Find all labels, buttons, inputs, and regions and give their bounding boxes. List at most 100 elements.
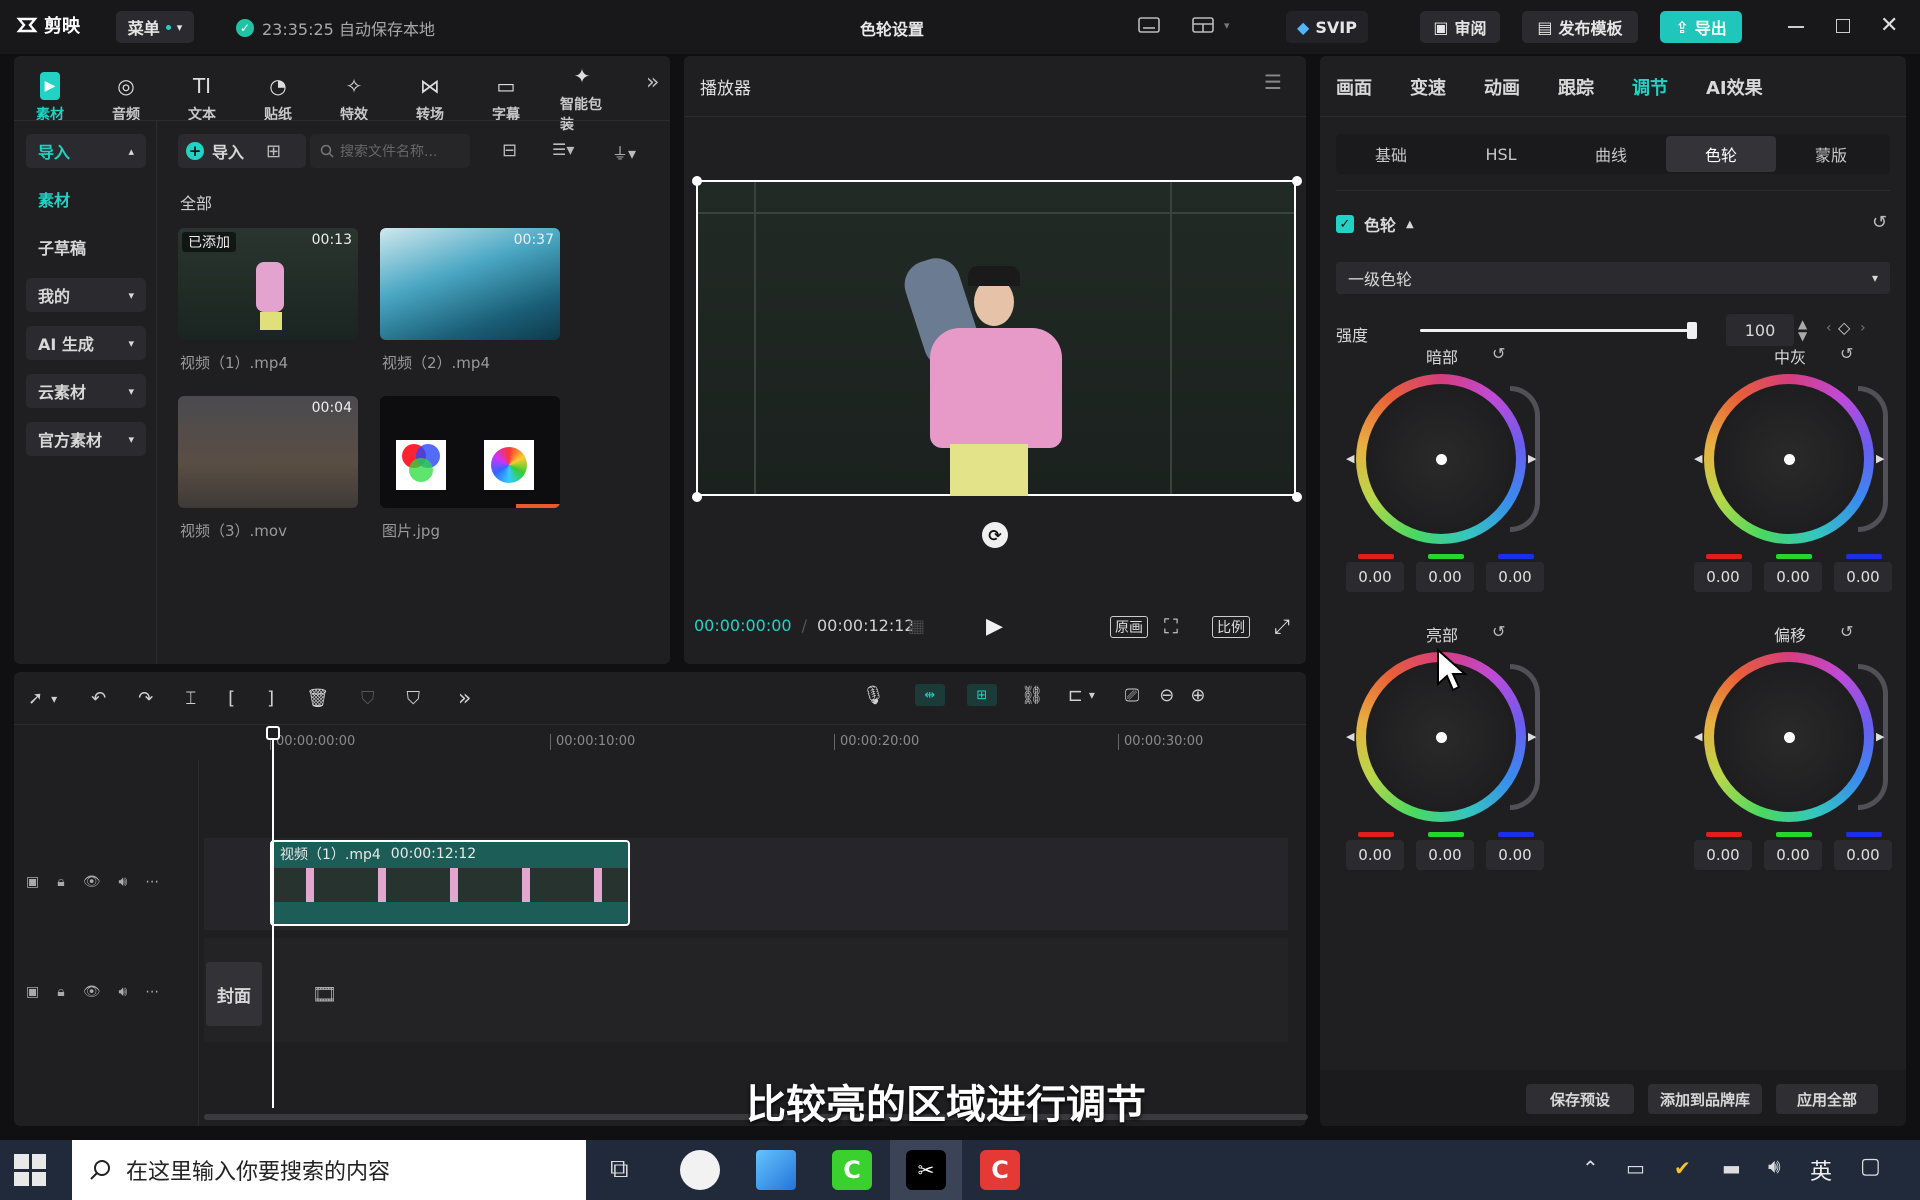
blue-channel-input[interactable]: 0.00 xyxy=(1486,840,1544,870)
arrow-right-icon[interactable]: ▶ xyxy=(1876,452,1884,465)
arrow-right-icon[interactable]: ▶ xyxy=(1876,730,1884,743)
close-icon[interactable]: ✕ xyxy=(1880,13,1898,38)
more-icon[interactable]: ⋯ xyxy=(145,984,159,1000)
crop-handle[interactable] xyxy=(692,492,702,502)
arrow-right-icon[interactable]: ▶ xyxy=(1528,452,1536,465)
wheel-handle[interactable] xyxy=(1784,454,1795,465)
notification-icon[interactable]: ▢ xyxy=(1860,1154,1881,1179)
export-button[interactable]: ⇪ 导出 xyxy=(1660,11,1742,43)
reset-icon[interactable]: ↺ xyxy=(1840,344,1853,363)
pinned-app-icon[interactable] xyxy=(680,1150,720,1190)
wheel-handle[interactable] xyxy=(1436,454,1447,465)
color-wheel[interactable] xyxy=(1704,652,1874,822)
blue-channel-input[interactable]: 0.00 xyxy=(1486,562,1544,592)
fullscreen-icon[interactable]: ⤢ xyxy=(1274,614,1290,638)
sort-icon[interactable]: ☰▾ xyxy=(552,140,574,159)
tab-text[interactable]: TI 文本 xyxy=(180,72,224,124)
adjust-subtab[interactable]: HSL xyxy=(1446,136,1556,172)
lock-icon[interactable]: 🔒︎ xyxy=(57,874,64,890)
lock-icon[interactable]: 🔒︎ xyxy=(57,984,64,1000)
trim-right-icon[interactable]: ] xyxy=(267,688,274,709)
green-channel-input[interactable]: 0.00 xyxy=(1416,562,1474,592)
more-icon[interactable]: ⋯ xyxy=(145,874,159,890)
sidebar-item[interactable]: 云素材 ▾ xyxy=(26,374,146,408)
filter-icon[interactable]: ⏚▾ xyxy=(612,140,636,164)
more-tools-icon[interactable]: » xyxy=(458,686,471,711)
save-preset-button[interactable]: 保存预设 xyxy=(1526,1084,1634,1114)
crop-handle[interactable] xyxy=(1292,176,1302,186)
maximize-icon[interactable] xyxy=(1836,19,1850,33)
green-channel-input[interactable]: 0.00 xyxy=(1764,562,1822,592)
pinned-app-icon[interactable] xyxy=(756,1150,796,1190)
green-channel-input[interactable]: 0.00 xyxy=(1764,840,1822,870)
redo-icon[interactable]: ↷ xyxy=(138,688,153,709)
add-brand-button[interactable]: 添加到品牌库 xyxy=(1648,1084,1762,1114)
tab-audio[interactable]: ◎ 音频 xyxy=(104,72,148,124)
screenshot-icon[interactable]: ⎚ xyxy=(1125,685,1139,706)
playhead-handle[interactable] xyxy=(266,726,280,740)
reset-icon[interactable]: ↺ xyxy=(1872,212,1887,233)
tab-media[interactable]: ▶ 素材 xyxy=(28,72,72,124)
windows-start-icon[interactable] xyxy=(14,1154,46,1186)
rotate-icon[interactable]: ⟳ xyxy=(982,522,1008,548)
wheel-mode-select[interactable]: 一级色轮 ▾ xyxy=(1336,262,1890,294)
chevron-down-icon[interactable]: ▾ xyxy=(1089,688,1095,702)
adjust-subtab[interactable]: 曲线 xyxy=(1556,136,1666,172)
media-thumb[interactable]: 已添加 00:13 xyxy=(178,228,358,340)
tab-effects[interactable]: ✧ 特效 xyxy=(332,72,376,124)
undo-icon[interactable]: ↶ xyxy=(91,688,106,709)
battery-icon[interactable]: ▬ xyxy=(1722,1156,1741,1180)
sidebar-item[interactable]: 导入 ▴ xyxy=(26,134,146,168)
auto-snap-icon[interactable]: ⊞ xyxy=(966,684,997,706)
checkbox-icon[interactable]: ✓ xyxy=(1336,215,1354,233)
arrow-left-icon[interactable]: ◀ xyxy=(1346,730,1354,743)
frames-icon[interactable]: ▦ xyxy=(908,616,925,637)
network-icon[interactable]: ▭ xyxy=(1626,1156,1645,1180)
pinned-app-icon[interactable]: C xyxy=(980,1150,1020,1190)
taskbar-search[interactable]: 在这里输入你要搜索的内容 xyxy=(72,1140,586,1200)
trim-left-icon[interactable]: [ xyxy=(228,688,235,709)
sidebar-item[interactable]: 素材 xyxy=(26,182,146,216)
tray-chevron-icon[interactable]: ⌃ xyxy=(1582,1156,1599,1180)
tab-sticker[interactable]: ◔ 贴纸 xyxy=(256,72,300,124)
grid-view-icon[interactable]: ⊟ xyxy=(502,140,517,161)
reset-icon[interactable]: ↺ xyxy=(1492,622,1505,641)
reset-icon[interactable]: ↺ xyxy=(1840,622,1853,641)
green-channel-input[interactable]: 0.00 xyxy=(1416,840,1474,870)
menu-lines-icon[interactable]: ☰ xyxy=(1264,70,1282,94)
red-channel-input[interactable]: 0.00 xyxy=(1346,840,1404,870)
eye-icon[interactable]: 👁︎ xyxy=(83,874,101,890)
select-cursor-icon[interactable]: ➚ xyxy=(28,688,43,709)
minimize-icon[interactable] xyxy=(1788,26,1804,28)
more-tabs-icon[interactable]: » xyxy=(646,70,659,95)
play-icon[interactable]: ▶ xyxy=(986,614,1003,639)
camtasia-icon[interactable]: C xyxy=(832,1150,872,1190)
sidebar-item[interactable]: 子草稿 xyxy=(26,230,146,264)
layout-button[interactable]: ▾ xyxy=(1192,16,1230,34)
adjust-tab[interactable]: 变速 xyxy=(1410,74,1446,100)
video-preview[interactable] xyxy=(696,180,1296,496)
adjust-tab[interactable]: AI效果 xyxy=(1706,74,1763,100)
zoom-out-icon[interactable]: ⊖ xyxy=(1159,685,1174,706)
tab-subtitle[interactable]: ▭ 字幕 xyxy=(484,72,528,124)
review-button[interactable]: ▣ 审阅 xyxy=(1420,11,1500,43)
search-field[interactable]: 搜索文件名称... xyxy=(310,134,470,168)
delete-icon[interactable]: 🗑 xyxy=(306,688,329,709)
chevron-down-icon[interactable]: ▾ xyxy=(51,692,57,706)
eye-icon[interactable]: 👁︎ xyxy=(83,984,101,1000)
crop-handle[interactable] xyxy=(692,176,702,186)
crop-handle[interactable] xyxy=(1292,492,1302,502)
arrow-left-icon[interactable]: ◀ xyxy=(1694,730,1702,743)
preview-axis-icon[interactable]: ⊏ xyxy=(1068,685,1083,706)
arrow-right-icon[interactable]: ▶ xyxy=(1528,730,1536,743)
strength-slider-thumb[interactable] xyxy=(1687,322,1697,339)
marker-icon[interactable]: ⛉ xyxy=(407,688,421,709)
import-label[interactable]: 导入 xyxy=(212,139,244,163)
strength-slider[interactable] xyxy=(1420,329,1692,332)
media-thumb[interactable]: 00:37 xyxy=(380,228,560,340)
keyframe-icon[interactable]: ◇ xyxy=(1838,318,1850,337)
original-quality-button[interactable]: 原画 xyxy=(1110,616,1148,638)
menu-button[interactable]: 菜单 ▾ xyxy=(116,11,194,43)
reset-icon[interactable]: ↺ xyxy=(1492,344,1505,363)
main-track-magnet-icon[interactable]: ⇹ xyxy=(914,684,945,706)
